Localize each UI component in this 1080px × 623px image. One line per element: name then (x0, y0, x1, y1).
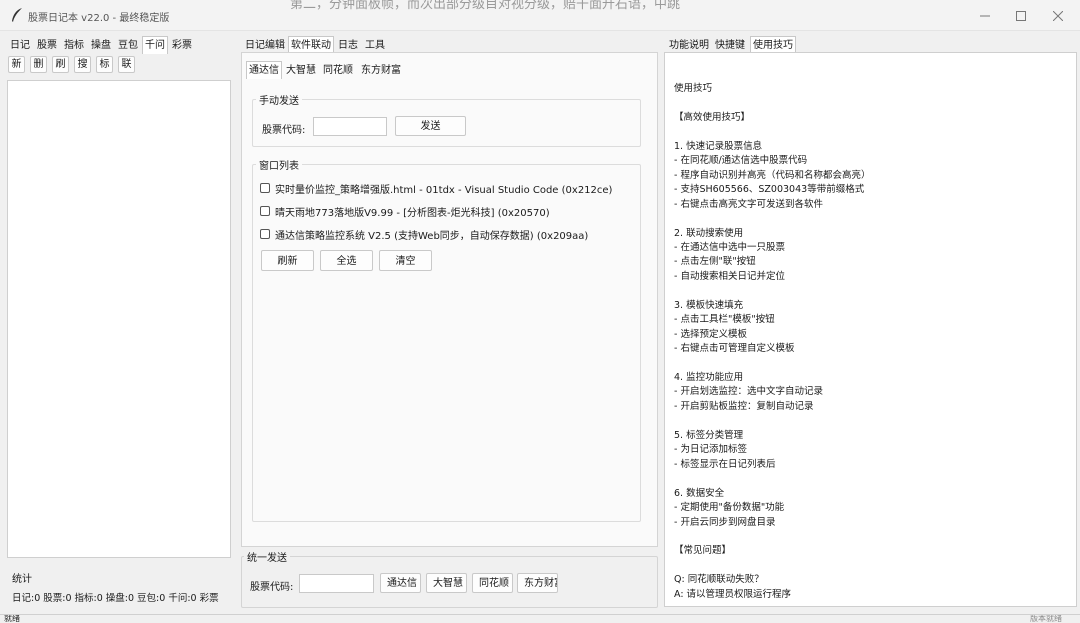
tips-line: 使用技巧 (674, 83, 713, 94)
right-tab-bar: 功能说明 快捷键 使用技巧 (667, 36, 867, 54)
tips-line: A: 请以管理员权限运行程序 (674, 588, 792, 600)
clear-button[interactable]: 清空 (379, 250, 432, 271)
tab-diary-edit[interactable]: 日记编辑 (243, 38, 287, 53)
tips-line: - 开启剪贴板监控：复制自动记录 (674, 400, 814, 412)
unified-code-label: 股票代码: (250, 582, 294, 593)
search-button[interactable]: 搜 (74, 56, 91, 73)
send-button[interactable]: 发送 (395, 116, 466, 136)
send-tdx-button[interactable]: 通达信 (380, 573, 421, 593)
software-link-panel: 通达信 大智慧 同花顺 东方财富 手动发送 股票代码: 发送 窗口列表 实时量价… (241, 52, 658, 547)
send-dzh-button[interactable]: 大智慧 (426, 573, 467, 593)
tab-tools[interactable]: 工具 (363, 38, 387, 53)
window-title: 股票日记本 v22.0 - 最终稳定版 (28, 13, 170, 24)
left-tab-bar: 日记 股票 指标 操盘 豆包 千问 彩票 (8, 36, 238, 56)
tab-dfcf[interactable]: 东方财富 (359, 63, 403, 78)
new-button[interactable]: 新 (8, 56, 25, 73)
unified-send-title: 统一发送 (244, 549, 290, 564)
maximize-icon (1016, 10, 1026, 21)
tab-feature-desc[interactable]: 功能说明 (667, 38, 711, 53)
feather-icon (10, 7, 24, 23)
tips-text-area[interactable]: 使用技巧【高效使用技巧】 1. 快速记录股票信息 - 在同花顺/通达信选中股票代码… (664, 52, 1077, 607)
refresh-windows-button[interactable]: 刷新 (261, 250, 314, 271)
manual-code-label: 股票代码: (262, 125, 306, 136)
tips-line: 【常见问题】 (674, 545, 732, 557)
close-icon (1053, 10, 1063, 21)
tips-line: - 点击工具栏"模板"按钮 (674, 314, 775, 326)
tips-line: - 支持SH605566、SZ003043等带前缀格式 (674, 184, 865, 196)
tips-line: 5. 标签分类管理 (674, 429, 744, 441)
window-checkbox-3[interactable] (260, 229, 270, 239)
tips-line: - 选择预定义模板 (674, 328, 747, 340)
tips-line: Q: 同花顺联动失败？ (674, 574, 764, 586)
tag-button[interactable]: 标 (96, 56, 113, 73)
window-item-1: 实时量价监控_策略增强版.html - 01tdx - Visual Studi… (275, 185, 613, 196)
tab-stocks[interactable]: 股票 (35, 38, 59, 53)
send-ths-button[interactable]: 同花顺 (472, 573, 513, 593)
select-all-button[interactable]: 全选 (320, 250, 373, 271)
tips-line: - 程序自动识别并高亮（代码和名称都会高亮） (674, 169, 871, 181)
tab-dzh[interactable]: 大智慧 (284, 63, 318, 78)
tips-line: - 开启云同步到网盘目录 (674, 516, 776, 528)
middle-tab-bar: 日记编辑 软件联动 日志 工具 (243, 36, 443, 54)
manual-code-input[interactable] (313, 117, 387, 136)
tab-qianwen[interactable]: 千问 (142, 36, 168, 54)
tips-line: - 定期使用"备份数据"功能 (674, 502, 785, 514)
tips-line: - 自动搜索相关日记并定位 (674, 270, 785, 282)
stats-title: 统计 (12, 574, 32, 585)
close-button[interactable] (1038, 0, 1078, 31)
title-bar: 股票日记本 v22.0 - 最终稳定版 第二，分钟面板帧，而次出部分级目对视分级… (0, 0, 1080, 31)
window-list-title: 窗口列表 (256, 157, 302, 172)
diary-list[interactable] (7, 80, 231, 558)
tips-line: 1. 快速记录股票信息 (674, 140, 763, 152)
tab-doubao[interactable]: 豆包 (116, 38, 140, 53)
tab-ths[interactable]: 同花顺 (321, 63, 355, 78)
window-checkbox-1[interactable] (260, 183, 270, 193)
refresh-button[interactable]: 刷 (52, 56, 69, 73)
unified-code-input[interactable] (299, 574, 374, 593)
tips-line: - 在通达信中选中一只股票 (674, 241, 785, 253)
broker-tab-bar: 通达信 大智慧 同花顺 东方财富 (246, 61, 446, 79)
status-bar: 就绪 版本就绪 (0, 614, 1080, 623)
manual-send-title: 手动发送 (256, 92, 302, 107)
tips-line: 【高效使用技巧】 (674, 111, 751, 123)
send-dfcf-button[interactable]: 东方财富 (517, 573, 558, 593)
tips-line: - 在同花顺/通达信选中股票代码 (674, 155, 808, 167)
tips-line: - 右键点击高亮文字可发送到各软件 (674, 198, 823, 210)
link-button[interactable]: 联 (118, 56, 135, 73)
tab-indicators[interactable]: 指标 (62, 38, 86, 53)
tips-line: - 标签显示在日记列表后 (674, 458, 776, 470)
window-item-2: 晴天雨地773落地版V9.99 - [分析图表-炬光科技] (0x20570) (275, 208, 550, 219)
tab-log[interactable]: 日志 (336, 38, 360, 53)
tab-diary[interactable]: 日记 (8, 38, 32, 53)
background-window-text: 第二，分钟面板帧，而次出部分级目对视分级，赔干面升石语，中跳 (290, 0, 681, 12)
tips-line: - 点击左侧"联"按钮 (674, 256, 756, 268)
tips-line: 4. 监控功能应用 (674, 372, 744, 383)
tips-line: - 右键点击可管理自定义模板 (674, 343, 795, 355)
tips-line: 3. 模板快速填充 (674, 299, 744, 311)
tab-shortcuts[interactable]: 快捷键 (713, 38, 747, 53)
delete-button[interactable]: 删 (30, 56, 47, 73)
stats-frame: 统计 日记:0 股票:0 指标:0 操盘:0 豆包:0 千问:0 彩票 (7, 568, 231, 608)
minimize-button[interactable] (965, 0, 1005, 31)
window-checkbox-2[interactable] (260, 206, 270, 216)
tips-line: 6. 数据安全 (674, 487, 725, 499)
tab-tdx[interactable]: 通达信 (246, 61, 282, 79)
tab-lottery[interactable]: 彩票 (170, 38, 194, 53)
tab-trading[interactable]: 操盘 (89, 38, 113, 53)
window-item-3: 通达信策略监控系统 V2.5 (支持Web同步，自动保存数据) (0x209aa… (275, 231, 589, 242)
tips-line: - 开启划选监控：选中文字自动记录 (674, 386, 823, 398)
maximize-button[interactable] (1001, 0, 1041, 31)
minimize-icon (980, 11, 990, 21)
stats-text: 日记:0 股票:0 指标:0 操盘:0 豆包:0 千问:0 彩票 (12, 593, 219, 604)
tips-line: 2. 联动搜索使用 (674, 227, 744, 239)
tips-line: - 为日记添加标签 (674, 444, 747, 456)
